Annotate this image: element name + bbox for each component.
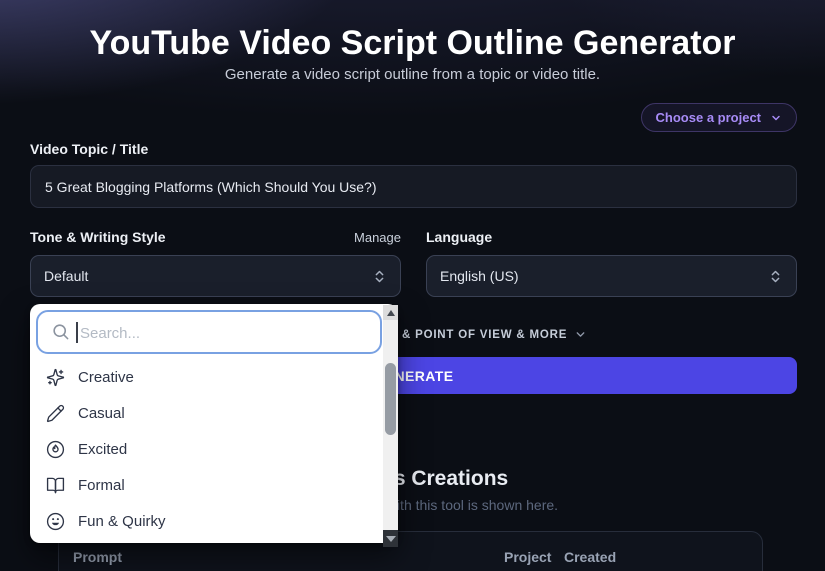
choose-project-label: Choose a project — [655, 110, 761, 125]
page-subtitle: Generate a video script outline from a t… — [224, 66, 601, 83]
advanced-options-label: & POINT OF VIEW & MORE — [402, 328, 568, 341]
chevron-down-icon — [576, 332, 585, 337]
dropdown-scrollbar[interactable] — [383, 305, 398, 547]
scrollbar-down-arrow-icon[interactable] — [383, 530, 398, 547]
tone-option-label: Formal — [78, 476, 125, 494]
language-select[interactable]: English (US) — [426, 255, 797, 297]
tone-options-list: Creative Casual Excited Formal Fun & Qui… — [30, 359, 382, 539]
page-title: YouTube Video Script Outline Generator — [89, 24, 736, 62]
pencil-icon — [46, 404, 65, 422]
tone-option-formal[interactable]: Formal — [30, 467, 382, 503]
language-label: Language — [426, 229, 493, 245]
tone-option-label: Fun & Quirky — [78, 512, 166, 530]
topic-input[interactable] — [30, 165, 797, 208]
topic-label: Video Topic / Title — [30, 141, 149, 157]
scrollbar-thumb[interactable] — [385, 363, 396, 435]
dropdown-search-box — [36, 310, 382, 354]
tone-option-label: Excited — [78, 440, 128, 458]
tone-select-value: Default — [44, 268, 89, 284]
column-header-created: Created — [564, 549, 617, 565]
app-page: YouTube Video Script Outline Generator G… — [0, 0, 825, 571]
manage-tones-link[interactable]: Manage — [354, 230, 401, 245]
language-select-value: English (US) — [440, 268, 519, 284]
tone-option-casual[interactable]: Casual — [30, 395, 382, 431]
flame-icon — [46, 440, 65, 458]
search-icon — [53, 324, 69, 340]
tone-option-label: Creative — [78, 368, 134, 386]
chevron-down-icon — [772, 115, 780, 120]
tone-select[interactable]: Default — [30, 255, 401, 297]
column-header-project: Project — [504, 549, 552, 565]
scrollbar-up-arrow-icon[interactable] — [383, 305, 398, 320]
tone-label: Tone & Writing Style — [30, 229, 166, 245]
book-open-icon — [46, 477, 65, 493]
tone-option-label: Casual — [78, 404, 125, 422]
choose-project-button[interactable]: Choose a project — [640, 103, 797, 132]
chevron-up-down-icon — [771, 270, 780, 282]
column-header-prompt: Prompt — [73, 549, 122, 565]
search-input[interactable] — [78, 314, 372, 352]
tone-option-excited[interactable]: Excited — [30, 431, 382, 467]
tone-label-row: Tone & Writing Style Manage — [30, 229, 401, 245]
smile-icon — [46, 512, 65, 530]
tone-option-creative[interactable]: Creative — [30, 359, 382, 395]
tone-dropdown-panel: Creative Casual Excited Formal — [30, 304, 398, 543]
advanced-options-toggle[interactable]: & POINT OF VIEW & MORE — [402, 328, 587, 341]
tone-option-fun-quirky[interactable]: Fun & Quirky — [30, 503, 382, 539]
sparkles-icon — [46, 368, 65, 386]
chevron-up-down-icon — [375, 270, 384, 282]
